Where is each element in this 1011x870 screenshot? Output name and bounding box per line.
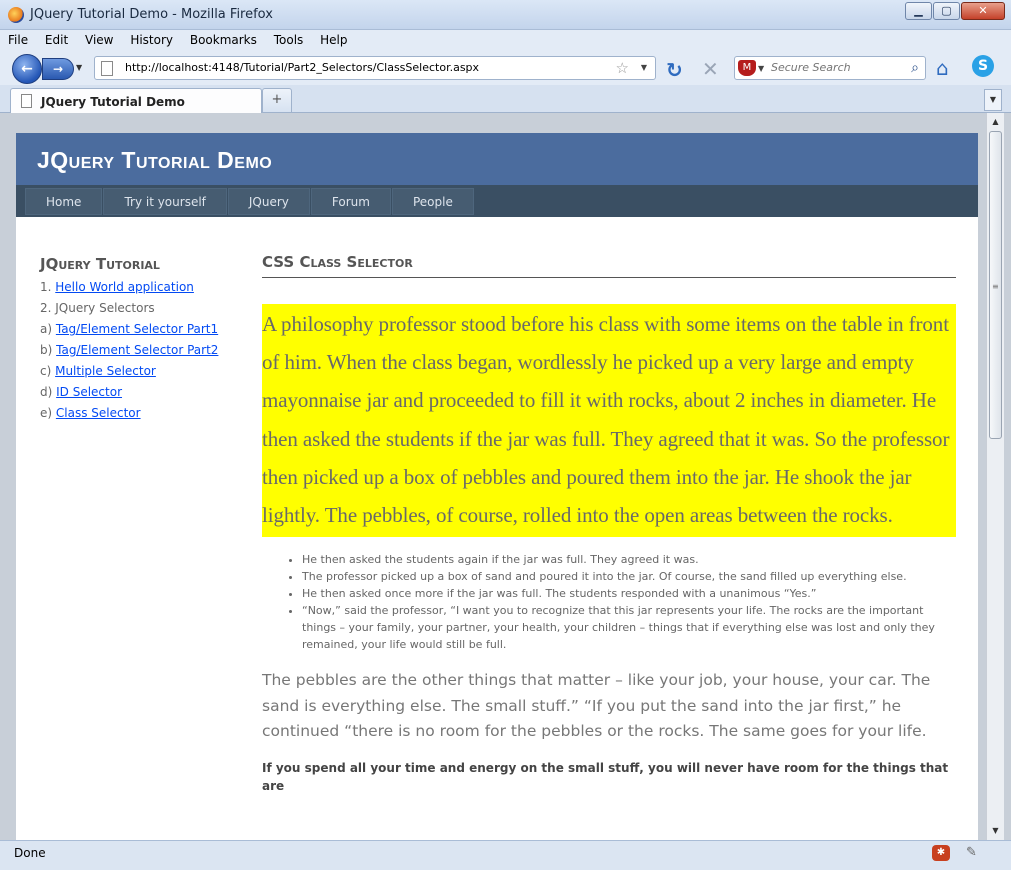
addon-secondary-icon[interactable]: ✎ xyxy=(966,845,977,860)
site-header: JQuery Tutorial Demo xyxy=(16,133,978,185)
sidebar-item: a) Tag/Element Selector Part1 xyxy=(40,322,219,336)
menu-help[interactable]: Help xyxy=(312,30,352,47)
forward-button[interactable]: → xyxy=(42,58,74,80)
link-tag-selector-part2[interactable]: Tag/Element Selector Part2 xyxy=(56,343,218,357)
window-controls: ▁ ▢ ✕ xyxy=(904,2,1005,20)
window-title: JQuery Tutorial Demo - Mozilla Firefox xyxy=(30,7,273,22)
sidebar-item: b) Tag/Element Selector Part2 xyxy=(40,343,219,357)
page-heading: CSS Class Selector xyxy=(262,251,956,278)
tab-page-icon xyxy=(21,94,32,108)
list-item: He then asked once more if the jar was f… xyxy=(302,585,956,602)
nav-people[interactable]: People xyxy=(391,188,474,215)
skype-icon[interactable]: S xyxy=(972,55,994,77)
browser-viewport: JQuery Tutorial Demo Home Try it yoursel… xyxy=(0,113,1011,840)
link-class-selector[interactable]: Class Selector xyxy=(56,406,141,420)
bookmark-star-icon[interactable]: ☆ xyxy=(616,59,629,77)
vertical-scrollbar[interactable]: ▲ ≡ ▼ xyxy=(986,113,1004,840)
list-item: He then asked the students again if the … xyxy=(302,551,956,568)
web-page: JQuery Tutorial Demo Home Try it yoursel… xyxy=(16,133,978,840)
navigation-toolbar: → ← ▼ ☆ ▼ ↻ ✕ M ▼ ⌕ ⌂ S xyxy=(0,51,1011,85)
sidebar: JQuery Tutorial 1. Hello World applicati… xyxy=(40,255,250,424)
nav-forum[interactable]: Forum xyxy=(310,188,391,215)
list-all-tabs-icon[interactable]: ▼ xyxy=(984,89,1002,111)
tab-label: JQuery Tutorial Demo xyxy=(41,95,185,109)
link-tag-selector-part1[interactable]: Tag/Element Selector Part1 xyxy=(56,322,218,336)
search-engine-dropdown-icon[interactable]: ▼ xyxy=(758,64,764,73)
nav-home[interactable]: Home xyxy=(25,188,103,215)
menu-edit[interactable]: Edit xyxy=(37,30,73,47)
site-title: JQuery Tutorial Demo xyxy=(37,147,273,173)
reload-icon[interactable]: ↻ xyxy=(666,58,683,82)
url-dropdown-icon[interactable]: ▼ xyxy=(641,63,647,72)
scroll-down-icon[interactable]: ▼ xyxy=(987,822,1004,839)
addon-icon[interactable]: ✱ xyxy=(932,845,950,861)
search-box[interactable]: M ▼ ⌕ xyxy=(734,56,926,80)
nav-jquery[interactable]: JQuery xyxy=(227,188,310,215)
sidebar-item: d) ID Selector xyxy=(40,385,123,399)
back-button[interactable]: ← xyxy=(12,54,42,84)
scrollbar-thumb[interactable]: ≡ xyxy=(989,131,1002,439)
highlighted-paragraph: A philosophy professor stood before his … xyxy=(262,304,956,538)
bullet-list: He then asked the students again if the … xyxy=(302,551,956,653)
grip-icon: ≡ xyxy=(992,282,999,291)
menu-tools[interactable]: Tools xyxy=(266,30,309,47)
menu-file[interactable]: File xyxy=(0,30,33,47)
forward-arrow-icon: → xyxy=(52,62,64,76)
scroll-up-icon[interactable]: ▲ xyxy=(987,113,1004,130)
list-item: “Now,” said the professor, “I want you t… xyxy=(302,602,956,653)
stop-icon[interactable]: ✕ xyxy=(702,57,719,81)
close-button[interactable]: ✕ xyxy=(961,2,1005,20)
search-input[interactable] xyxy=(771,61,901,74)
status-bar: Done ✱ ✎ xyxy=(0,840,1011,870)
sidebar-item: 1. Hello World application xyxy=(40,280,194,294)
menu-view[interactable]: View xyxy=(77,30,118,47)
menu-bar: File Edit View History Bookmarks Tools H… xyxy=(0,30,1011,51)
firefox-icon xyxy=(8,7,24,23)
url-input[interactable] xyxy=(125,61,605,74)
sidebar-item: 2. JQuery Selectors xyxy=(40,301,155,315)
status-text: Done xyxy=(14,846,46,860)
home-icon[interactable]: ⌂ xyxy=(936,56,949,80)
site-nav: Home Try it yourself JQuery Forum People xyxy=(16,185,978,217)
link-id-selector[interactable]: ID Selector xyxy=(56,385,122,399)
sidebar-item: e) Class Selector xyxy=(40,406,141,420)
bold-paragraph: If you spend all your time and energy on… xyxy=(262,760,949,793)
maximize-button[interactable]: ▢ xyxy=(933,2,960,20)
title-bar: JQuery Tutorial Demo - Mozilla Firefox ▁… xyxy=(0,0,1011,30)
security-shield-icon[interactable]: M xyxy=(738,60,756,76)
main-content: CSS Class Selector A philosophy professo… xyxy=(262,251,956,795)
nav-try-it-yourself[interactable]: Try it yourself xyxy=(103,188,227,215)
link-multiple-selector[interactable]: Multiple Selector xyxy=(55,364,156,378)
minimize-button[interactable]: ▁ xyxy=(905,2,932,20)
menu-history[interactable]: History xyxy=(122,30,178,47)
list-item: The professor picked up a box of sand an… xyxy=(302,568,956,585)
sidebar-item: c) Multiple Selector xyxy=(40,364,156,378)
new-tab-button[interactable]: + xyxy=(262,88,292,113)
link-hello-world[interactable]: Hello World application xyxy=(55,280,194,294)
search-icon[interactable]: ⌕ xyxy=(911,60,919,76)
sidebar-heading: JQuery Tutorial xyxy=(40,255,160,273)
tab-bar: JQuery Tutorial Demo + ▼ xyxy=(0,85,1011,113)
url-bar[interactable]: ☆ ▼ xyxy=(94,56,656,80)
menu-bookmarks[interactable]: Bookmarks xyxy=(182,30,262,47)
back-forward-group: → ← xyxy=(12,54,76,84)
history-dropdown-icon[interactable]: ▼ xyxy=(76,63,82,72)
paragraph: The pebbles are the other things that ma… xyxy=(262,671,931,741)
tab-jquery-tutorial-demo[interactable]: JQuery Tutorial Demo xyxy=(10,88,262,113)
page-icon xyxy=(101,61,113,76)
back-arrow-icon: ← xyxy=(21,61,33,77)
